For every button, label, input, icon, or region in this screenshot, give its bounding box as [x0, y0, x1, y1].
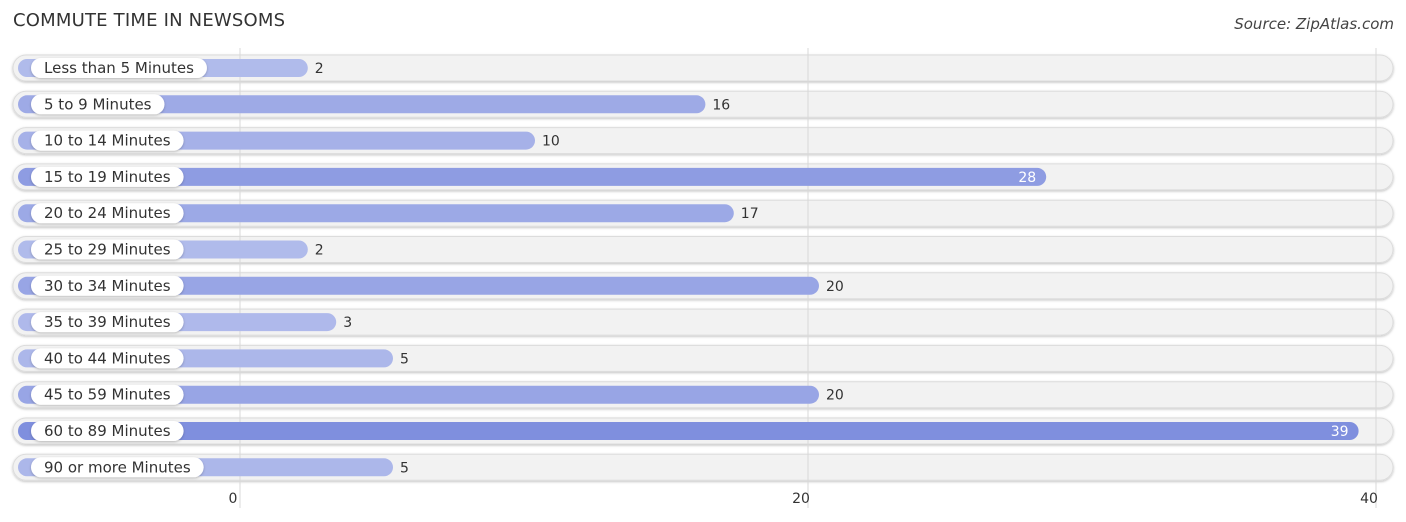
category-label: 60 to 89 Minutes	[44, 422, 171, 440]
value-label: 39	[1331, 424, 1349, 440]
category-label: 90 or more Minutes	[44, 458, 191, 476]
x-tick-label: 40	[1360, 491, 1378, 507]
category-label: 10 to 14 Minutes	[44, 132, 171, 150]
category-label: 45 to 59 Minutes	[44, 386, 171, 404]
x-tick-label: 20	[792, 491, 810, 507]
bar-chart: Less than 5 Minutes 2 5 to 9 Minutes 16 10 t…	[12, 48, 1394, 508]
category-label: 5 to 9 Minutes	[44, 95, 152, 113]
bar	[18, 422, 1359, 440]
x-tick-label: 0	[229, 491, 238, 507]
value-label: 17	[741, 206, 759, 222]
value-label: 28	[1018, 170, 1036, 186]
category-label: Less than 5 Minutes	[44, 59, 194, 77]
value-label: 20	[826, 279, 844, 295]
category-label: 20 to 24 Minutes	[44, 204, 171, 222]
category-label: 25 to 29 Minutes	[44, 241, 171, 259]
value-label: 20	[826, 388, 844, 404]
value-label: 2	[315, 61, 324, 77]
category-label: 35 to 39 Minutes	[44, 313, 171, 331]
value-label: 10	[542, 134, 560, 150]
value-label: 3	[343, 315, 352, 331]
category-label: 15 to 19 Minutes	[44, 168, 171, 186]
value-label: 5	[400, 351, 409, 367]
value-label: 5	[400, 460, 409, 476]
value-label: 16	[712, 97, 730, 113]
value-label: 2	[315, 243, 324, 259]
category-label: 30 to 34 Minutes	[44, 277, 171, 295]
category-label: 40 to 44 Minutes	[44, 349, 171, 367]
